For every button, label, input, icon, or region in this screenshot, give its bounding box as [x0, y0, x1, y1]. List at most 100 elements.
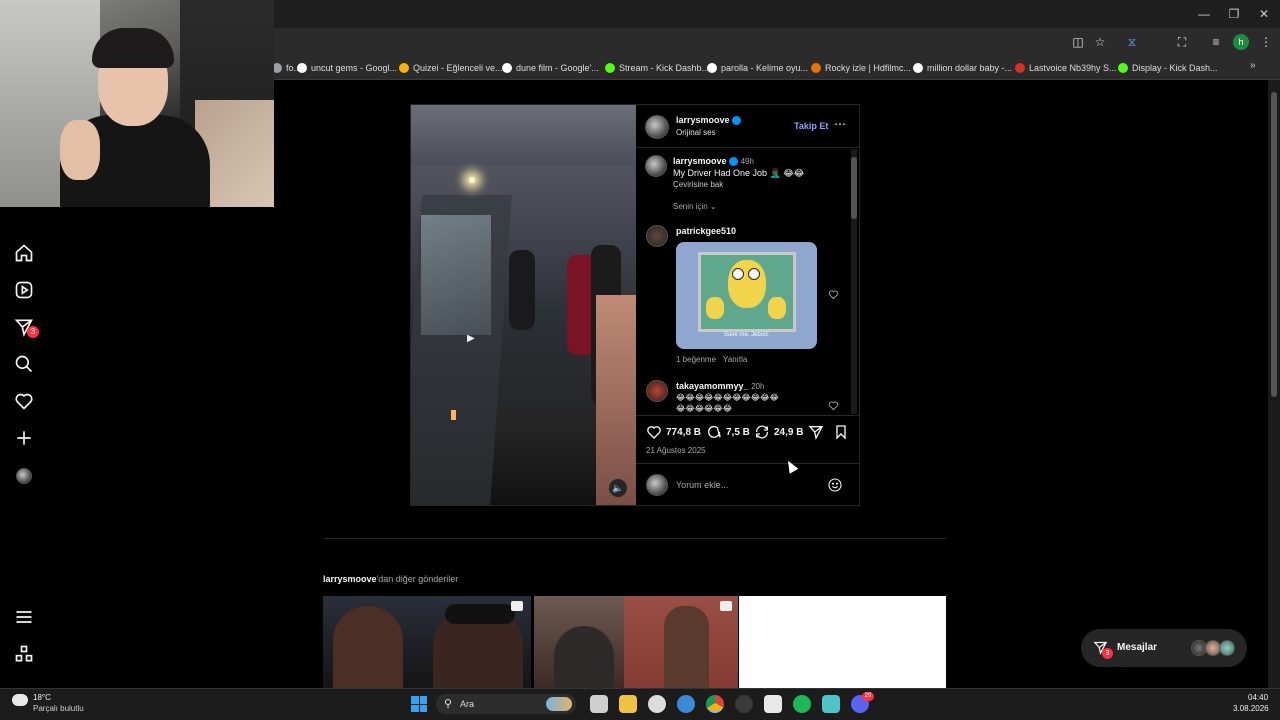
- own-avatar: [646, 474, 668, 496]
- bookmark-label: million dollar baby -...: [927, 63, 1013, 73]
- caption-text: My Driver Had One Job 🤦🏿‍♂️ 😂😂: [673, 168, 805, 178]
- windows-start-icon[interactable]: [411, 696, 427, 712]
- home-icon[interactable]: [14, 243, 34, 263]
- verified-badge-icon: [732, 116, 742, 126]
- bookmark-label: Lastvoice Nb39hy S...: [1029, 63, 1117, 73]
- threads-apps-icon[interactable]: [14, 644, 34, 664]
- verified-badge-icon: [729, 157, 739, 167]
- comment-likes-count[interactable]: 1 beğenme: [676, 355, 716, 364]
- comment-like-heart-icon[interactable]: [828, 289, 839, 300]
- messages-pill[interactable]: 3 Mesajlar: [1081, 629, 1247, 667]
- caption-avatar[interactable]: [645, 155, 667, 177]
- comments-count[interactable]: 7,5 B: [726, 427, 750, 438]
- repost-icon[interactable]: [754, 424, 770, 440]
- bookmark-item[interactable]: dune film - Google'...: [502, 60, 599, 76]
- bookmark-label: Rocky izle | Hdfilmc...: [825, 63, 911, 73]
- share-send-icon[interactable]: [808, 424, 824, 440]
- more-post-thumbnail[interactable]: [534, 596, 738, 688]
- weather-cloud-icon[interactable]: [12, 694, 28, 706]
- author-username[interactable]: larrysmoove: [676, 115, 742, 126]
- clock-time[interactable]: 04:40: [1248, 693, 1268, 702]
- comment-reply-link[interactable]: Yanıtla: [723, 355, 747, 364]
- comment-sort-dropdown[interactable]: Senin için ⌄: [673, 202, 717, 211]
- chrome-icon[interactable]: [706, 695, 724, 713]
- bookmark-item[interactable]: million dollar baby -...: [913, 60, 1012, 76]
- comment-avatar[interactable]: [646, 380, 668, 402]
- close-window-button[interactable]: ✕: [1256, 6, 1272, 22]
- page-scrollbar-thumb[interactable]: [1271, 92, 1277, 397]
- taskbar-search-label: Ara: [460, 699, 475, 709]
- obs-icon[interactable]: [735, 695, 753, 713]
- discord-badge: 29: [862, 692, 874, 701]
- comment-bubble-icon[interactable]: [706, 424, 722, 440]
- comment-gif[interactable]: Save me, Jebus!: [676, 242, 817, 349]
- emoji-picker-icon[interactable]: [827, 477, 843, 493]
- minimize-button[interactable]: —: [1196, 6, 1212, 22]
- comment-input[interactable]: Yorum ekle...: [676, 480, 728, 490]
- play-indicator-icon[interactable]: ▶: [467, 333, 475, 344]
- notifications-heart-icon[interactable]: [14, 391, 34, 411]
- caption-username[interactable]: larrysmoove 49h: [673, 156, 754, 167]
- edge-icon[interactable]: [677, 695, 695, 713]
- author-avatar[interactable]: [645, 115, 669, 139]
- create-plus-icon[interactable]: [14, 428, 34, 448]
- comment-username[interactable]: patrickgee510: [676, 226, 736, 236]
- reposts-count[interactable]: 24,9 B: [774, 427, 803, 438]
- follow-button[interactable]: Takip Et: [794, 121, 828, 131]
- app-icon[interactable]: [822, 695, 840, 713]
- input-divider: [636, 463, 859, 464]
- file-explorer-icon[interactable]: [619, 695, 637, 713]
- mute-toggle-icon[interactable]: 🔈: [609, 479, 627, 497]
- bookmark-label: Quizei - Eğlenceli ve...: [413, 63, 503, 73]
- save-bookmark-icon[interactable]: [833, 424, 849, 440]
- capcut-icon[interactable]: [764, 695, 782, 713]
- likes-count[interactable]: 774,8 B: [666, 427, 701, 438]
- like-heart-icon[interactable]: [646, 424, 662, 440]
- search-icon[interactable]: [14, 354, 34, 374]
- section-divider: [323, 538, 946, 539]
- comment-username[interactable]: takayamommyy_ 20h: [676, 381, 764, 391]
- more-post-thumbnail[interactable]: [739, 596, 946, 688]
- windows-taskbar: [0, 688, 1280, 720]
- comment-avatar[interactable]: [646, 225, 668, 247]
- post-options-icon[interactable]: ⋯: [834, 117, 846, 131]
- comment-like-heart-icon[interactable]: [828, 400, 839, 411]
- spotify-icon[interactable]: [793, 695, 811, 713]
- reel-indicator-icon: [720, 601, 732, 611]
- bookmarks-overflow-icon[interactable]: »: [1250, 60, 1256, 71]
- comments-scrollbar-thumb[interactable]: [851, 157, 857, 219]
- bookmark-favicon-icon: [605, 63, 615, 73]
- profile-avatar[interactable]: h: [1233, 34, 1249, 50]
- actions-divider: [636, 415, 859, 416]
- messages-badge: 3: [27, 326, 39, 338]
- task-view-icon[interactable]: [590, 695, 608, 713]
- taskbar-search-box[interactable]: ⚲ Ara: [436, 694, 576, 714]
- messages-pill-badge: 3: [1102, 648, 1113, 659]
- bookmark-item[interactable]: Display - Kick Dash...: [1118, 60, 1218, 76]
- bookmark-item[interactable]: Rocky izle | Hdfilmc...: [811, 60, 911, 76]
- install-app-icon[interactable]: ◫: [1070, 34, 1086, 50]
- bookmark-star-icon[interactable]: ☆: [1092, 34, 1108, 50]
- bookmark-item[interactable]: parolla - Kelime oyu...: [707, 60, 808, 76]
- dm-avatar: [1219, 640, 1235, 656]
- more-menu-icon[interactable]: [14, 607, 34, 627]
- post-video[interactable]: ▶ 🔈: [411, 105, 636, 505]
- bookmark-item[interactable]: Stream - Kick Dashb...: [605, 60, 709, 76]
- audio-label[interactable]: Orijinal ses: [676, 128, 716, 137]
- weather-temp[interactable]: 18°C: [33, 693, 51, 702]
- bookmark-item[interactable]: uncut gems - Googl...: [297, 60, 397, 76]
- weather-desc[interactable]: Parçalı bulutlu: [33, 704, 84, 713]
- more-post-thumbnail[interactable]: [323, 596, 531, 688]
- bookmark-item[interactable]: Quizei - Eğlenceli ve...: [399, 60, 503, 76]
- chatgpt-icon[interactable]: [648, 695, 666, 713]
- reading-list-icon[interactable]: ≡: [1208, 34, 1224, 50]
- extensions-icon[interactable]: ⛶: [1174, 34, 1190, 50]
- bookmark-item[interactable]: Lastvoice Nb39hy S...: [1015, 60, 1117, 76]
- profile-avatar-nav[interactable]: [14, 466, 34, 486]
- browser-menu-icon[interactable]: ⋮: [1258, 34, 1274, 50]
- clock-date[interactable]: 3.08.2026: [1233, 704, 1269, 713]
- translate-link[interactable]: Çevirisine bak: [673, 180, 723, 189]
- media-sync-icon[interactable]: ⧖: [1124, 34, 1140, 50]
- restore-button[interactable]: ❐: [1226, 6, 1242, 22]
- reels-icon[interactable]: [14, 280, 34, 300]
